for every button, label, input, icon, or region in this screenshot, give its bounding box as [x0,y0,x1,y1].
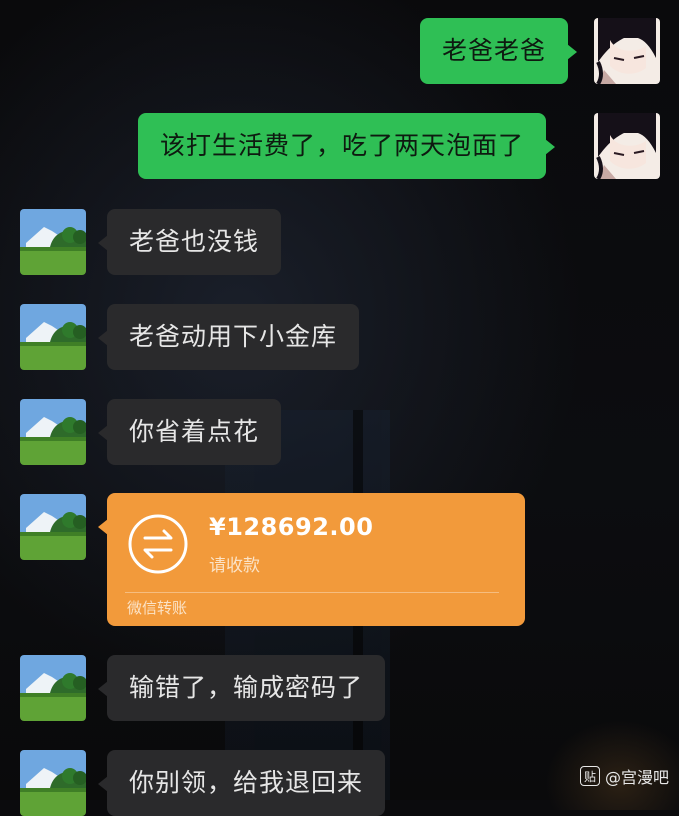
landscape-avatar-icon [20,304,86,370]
received-message[interactable]: 老爸动用下小金库 [97,304,360,370]
transfer-source-label: 微信转账 [127,599,188,617]
received-message[interactable]: 老爸也没钱 [97,209,282,275]
transfer-divider [125,592,499,593]
self-avatar[interactable] [594,18,660,84]
received-message[interactable]: 输错了，输成密码了 [97,655,386,721]
anime-girl-avatar-icon [594,113,660,179]
transfer-arrows-icon [128,514,188,574]
landscape-avatar-icon [20,494,86,560]
tieba-badge-icon: 贴 [579,766,600,786]
sent-message[interactable]: 老爸老爸 [420,18,578,84]
wechat-transfer-card[interactable]: ¥128692.00 请收款 微信转账 [98,493,525,626]
received-message[interactable]: 你别领，给我退回来 [97,750,386,816]
landscape-avatar-icon [20,655,86,721]
dad-avatar[interactable] [20,655,86,721]
received-message[interactable]: 你省着点花 [97,399,282,465]
watermark-text: @宫漫吧 [604,768,669,787]
watermark: 贴 @宫漫吧 [579,764,669,788]
landscape-avatar-icon [20,750,86,816]
self-avatar[interactable] [594,113,660,179]
dad-avatar[interactable] [20,209,86,275]
landscape-avatar-icon [20,209,86,275]
transfer-status: 请收款 [209,556,260,576]
dad-avatar[interactable] [20,494,86,560]
dad-avatar[interactable] [20,304,86,370]
anime-girl-avatar-icon [594,18,660,84]
landscape-avatar-icon [20,399,86,465]
dad-avatar[interactable] [20,750,86,816]
sent-message[interactable]: 该打生活费了，吃了两天泡面了 [138,113,556,179]
transfer-amount: ¥128692.00 [209,513,374,541]
dad-avatar[interactable] [20,399,86,465]
